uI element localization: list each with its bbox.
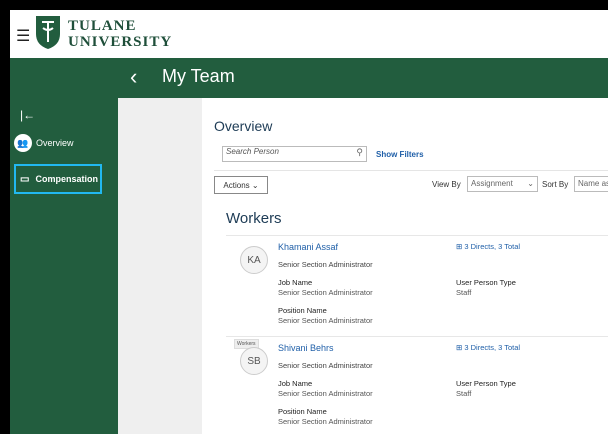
chevron-down-icon: ⌄ — [527, 179, 534, 188]
overview-title: Overview — [214, 118, 273, 134]
chevron-down-icon: ⌄ — [249, 180, 259, 190]
sidebar-item-compensation[interactable]: ▭ Compensation — [14, 164, 102, 194]
search-placeholder: Search Person — [226, 147, 279, 156]
top-bar: ☰ TULANE UNIVERSITY — [10, 10, 608, 58]
sidebar-item-label: Compensation — [35, 174, 98, 184]
hamburger-menu-icon[interactable]: ☰ — [16, 26, 30, 46]
worker-card: Workers SB Shivani Behrs ⊞ 3 Directs, 3 … — [226, 336, 608, 435]
worker-role: Senior Section Administrator — [278, 361, 373, 370]
actions-button[interactable]: Actions ⌄ — [214, 176, 268, 194]
compensation-icon: ▭ — [20, 173, 30, 185]
person-type-value: Staff — [456, 288, 472, 297]
directs-link[interactable]: ⊞ 3 Directs, 3 Total — [456, 242, 520, 251]
brand-line1: TULANE — [68, 18, 137, 34]
sidebar-item-overview[interactable]: 👥 Overview — [14, 134, 74, 152]
avatar[interactable]: SB — [240, 347, 268, 375]
tulane-shield-logo — [36, 16, 60, 49]
page-title: My Team — [162, 66, 235, 86]
show-filters-link[interactable]: Show Filters — [376, 150, 424, 159]
collapse-sidebar-icon[interactable]: |← — [20, 108, 35, 122]
worker-role: Senior Section Administrator — [278, 260, 373, 269]
divider — [214, 170, 608, 171]
directs-link[interactable]: ⊞ 3 Directs, 3 Total — [456, 343, 520, 352]
person-type-label: User Person Type — [456, 379, 516, 388]
position-name-label: Position Name — [278, 306, 327, 315]
job-name-value: Senior Section Administrator — [278, 288, 373, 297]
position-name-value: Senior Section Administrator — [278, 316, 373, 325]
sidebar: |← 👥 Overview ▭ Compensation — [10, 98, 118, 434]
brand-line2: UNIVERSITY — [68, 34, 173, 50]
view-by-select[interactable]: Assignment ⌄ — [467, 176, 538, 192]
back-chevron-icon[interactable]: ‹ — [130, 64, 137, 90]
window-frame: ☰ TULANE UNIVERSITY ‹ My Team |← 👥 Overv… — [0, 0, 608, 434]
actions-label: Actions — [223, 180, 250, 190]
job-name-label: Job Name — [278, 379, 313, 388]
search-icon[interactable]: ⚲ — [356, 147, 363, 158]
directs-text: 3 Directs, 3 Total — [464, 343, 521, 352]
directs-text: 3 Directs, 3 Total — [464, 242, 521, 251]
page-header: ‹ My Team — [10, 58, 608, 98]
person-type-label: User Person Type — [456, 278, 516, 287]
workers-title: Workers — [226, 210, 282, 227]
left-panel — [118, 98, 202, 434]
main-content: Overview Search Person ⚲ Show Filters Ac… — [202, 98, 608, 434]
sidebar-item-label: Overview — [36, 138, 74, 148]
job-name-value: Senior Section Administrator — [278, 389, 373, 398]
position-name-label: Position Name — [278, 407, 327, 416]
view-by-value: Assignment — [471, 179, 513, 188]
sort-by-label: Sort By — [542, 180, 569, 189]
team-icon: 👥 — [14, 134, 32, 152]
job-name-label: Job Name — [278, 278, 313, 287]
person-type-value: Staff — [456, 389, 472, 398]
sort-by-value: Name as — [578, 179, 608, 188]
position-name-value: Senior Section Administrator — [278, 417, 373, 426]
worker-name-link[interactable]: Shivani Behrs — [278, 343, 334, 353]
search-input[interactable]: Search Person ⚲ — [222, 146, 367, 162]
avatar[interactable]: KA — [240, 246, 268, 274]
worker-card: KA Khamani Assaf ⊞ 3 Directs, 3 Total Se… — [226, 235, 608, 336]
view-by-label: View By — [432, 180, 461, 189]
brand-name: TULANE UNIVERSITY — [68, 18, 172, 50]
sort-by-select[interactable]: Name as — [574, 176, 608, 192]
worker-name-link[interactable]: Khamani Assaf — [278, 242, 338, 252]
